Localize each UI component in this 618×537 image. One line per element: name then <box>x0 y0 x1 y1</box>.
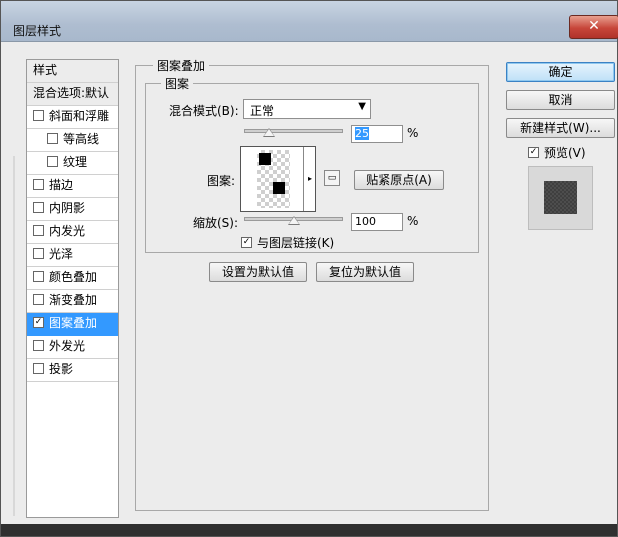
checkbox[interactable] <box>47 133 58 144</box>
style-item-label: 斜面和浮雕 <box>49 109 110 123</box>
style-item-label: 外发光 <box>49 339 86 353</box>
pattern-square <box>259 153 271 165</box>
checkbox[interactable] <box>33 110 44 121</box>
style-item-drop-shadow[interactable]: 投影 <box>27 359 118 382</box>
pattern-dropdown-arrow-icon[interactable]: ▸ <box>303 147 316 211</box>
layer-style-dialog: 图层样式 ✕ 样式 混合选项:默认 斜面和浮雕 等高线 纹理 描边 内阴影 内发… <box>0 0 618 537</box>
preview-checkbox[interactable]: ✓ 预览(V) <box>528 144 586 161</box>
link-with-layer-label: 与图层链接(K) <box>257 236 335 250</box>
preview-label: 预览(V) <box>544 146 586 160</box>
style-item-label: 渐变叠加 <box>49 293 98 307</box>
checkbox[interactable] <box>33 225 44 236</box>
scale-unit: % <box>407 214 419 228</box>
checkbox[interactable] <box>33 248 44 259</box>
subgroup-title: 图案 <box>161 75 194 92</box>
make-default-button[interactable]: 设置为默认值 <box>209 262 307 282</box>
style-item-label: 描边 <box>49 178 74 192</box>
checkbox[interactable] <box>33 363 44 374</box>
styles-header[interactable]: 样式 <box>27 60 118 83</box>
scale-slider-handle[interactable] <box>287 216 300 225</box>
scale-label: 缩放(S): <box>193 216 239 230</box>
style-item-inner-shadow[interactable]: 内阴影 <box>27 198 118 221</box>
style-item-label: 颜色叠加 <box>49 270 98 284</box>
preview-swatch <box>544 181 577 214</box>
style-item-label: 投影 <box>49 362 74 376</box>
new-style-button[interactable]: 新建样式(W)... <box>506 118 615 138</box>
panel-scrollbar[interactable] <box>13 156 15 516</box>
dialog-title: 图层样式 <box>13 24 62 38</box>
style-item-contour[interactable]: 等高线 <box>27 129 118 152</box>
background-app-strip <box>1 524 617 536</box>
group-title: 图案叠加 <box>153 57 210 74</box>
link-with-layer-checkbox[interactable]: ✓ 与图层链接(K) <box>241 234 334 251</box>
checkbox[interactable] <box>33 294 44 305</box>
style-item-label: 纹理 <box>63 155 88 169</box>
opacity-slider-handle[interactable] <box>262 128 275 137</box>
opacity-value: 25 <box>355 127 369 140</box>
pattern-swatch <box>257 150 290 208</box>
dropdown-arrow-icon: ▼ <box>358 101 366 112</box>
reset-default-button[interactable]: 复位为默认值 <box>316 262 414 282</box>
style-preview <box>528 166 593 230</box>
title-bar[interactable]: 图层样式 ✕ <box>1 1 618 42</box>
opacity-input[interactable]: 25 <box>351 125 403 143</box>
cancel-button[interactable]: 取消 <box>506 90 615 110</box>
style-item-inner-glow[interactable]: 内发光 <box>27 221 118 244</box>
ok-button[interactable]: 确定 <box>506 62 615 82</box>
checkbox[interactable] <box>33 271 44 282</box>
checkbox[interactable] <box>33 340 44 351</box>
checkbox[interactable] <box>47 156 58 167</box>
style-item-pattern-overlay[interactable]: ✓ 图案叠加 <box>27 313 118 336</box>
blending-options-item[interactable]: 混合选项:默认 <box>27 83 118 106</box>
new-preset-icon[interactable]: ▭ <box>324 170 340 186</box>
style-item-stroke[interactable]: 描边 <box>27 175 118 198</box>
pattern-label: 图案: <box>207 174 236 188</box>
scale-input[interactable]: 100 <box>351 213 403 231</box>
blend-mode-value: 正常 <box>250 104 275 118</box>
style-item-label: 等高线 <box>63 132 100 146</box>
style-item-color-overlay[interactable]: 颜色叠加 <box>27 267 118 290</box>
style-item-satin[interactable]: 光泽 <box>27 244 118 267</box>
checkbox-checked[interactable]: ✓ <box>528 147 539 158</box>
pattern-square <box>273 182 285 194</box>
blend-mode-select[interactable]: 正常 ▼ <box>243 99 371 119</box>
blend-mode-label: 混合模式(B): <box>169 104 239 118</box>
snap-to-origin-button[interactable]: 贴紧原点(A) <box>354 170 444 190</box>
style-item-outer-glow[interactable]: 外发光 <box>27 336 118 359</box>
style-item-bevel-emboss[interactable]: 斜面和浮雕 <box>27 106 118 129</box>
style-item-label: 光泽 <box>49 247 74 261</box>
pattern-picker[interactable]: ▸ <box>240 146 316 212</box>
style-item-label: 内发光 <box>49 224 86 238</box>
checkbox-checked[interactable]: ✓ <box>33 317 44 328</box>
opacity-unit: % <box>407 126 419 140</box>
checkbox-checked[interactable]: ✓ <box>241 237 252 248</box>
checkbox[interactable] <box>33 179 44 190</box>
style-item-texture[interactable]: 纹理 <box>27 152 118 175</box>
opacity-slider[interactable] <box>244 129 343 133</box>
close-button[interactable]: ✕ <box>569 15 618 39</box>
style-item-label: 内阴影 <box>49 201 86 215</box>
checkbox[interactable] <box>33 202 44 213</box>
styles-list: 样式 混合选项:默认 斜面和浮雕 等高线 纹理 描边 内阴影 内发光 光泽 颜色… <box>26 59 119 518</box>
style-item-label: 图案叠加 <box>49 316 98 330</box>
style-item-gradient-overlay[interactable]: 渐变叠加 <box>27 290 118 313</box>
